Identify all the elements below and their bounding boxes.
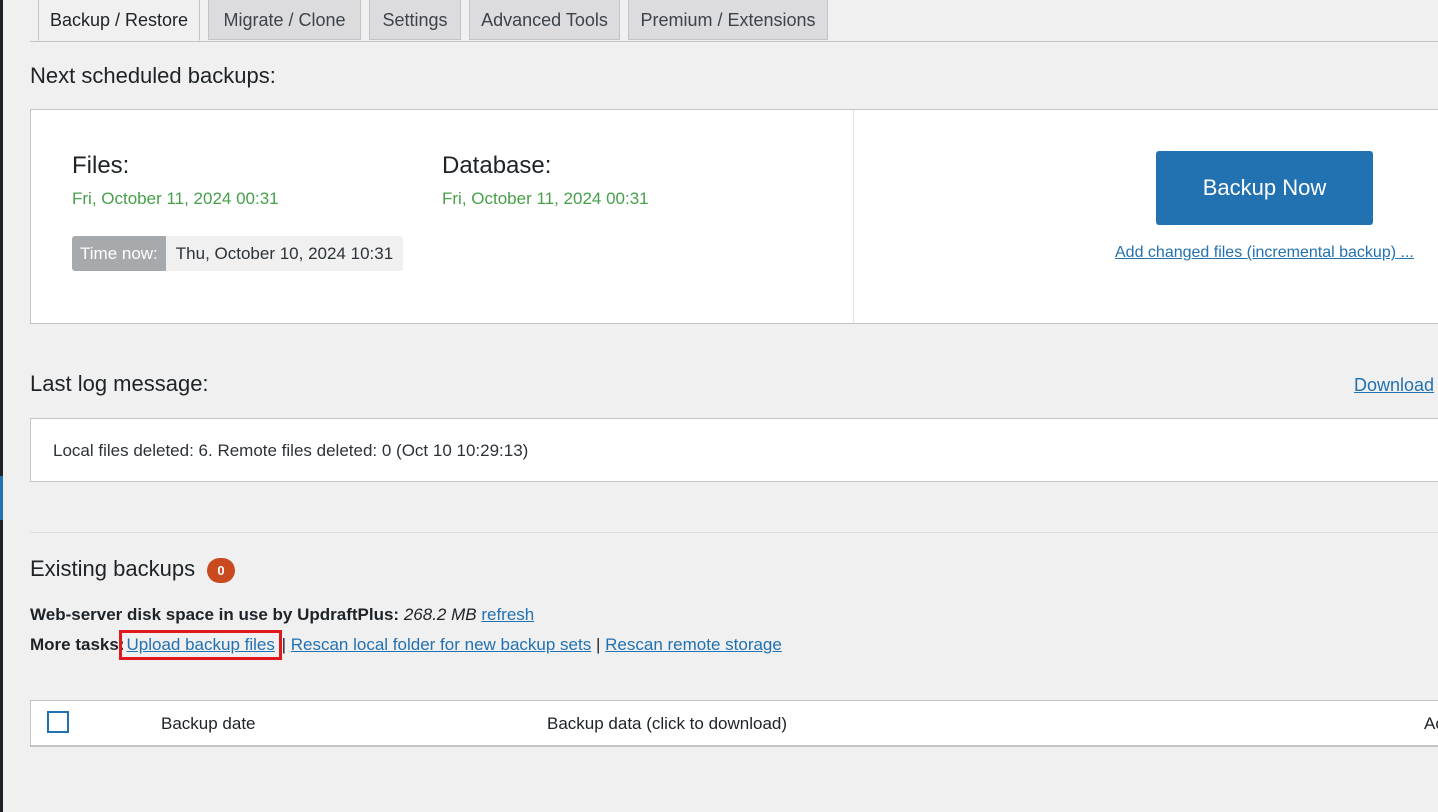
task-separator: |	[595, 635, 601, 654]
time-now: Time now: Thu, October 10, 2024 10:31	[72, 236, 404, 271]
time-now-label: Time now:	[72, 236, 166, 271]
disk-space-value: 268.2 MB	[403, 605, 477, 624]
disk-space-label: Web-server disk space in use by UpdraftP…	[30, 605, 400, 624]
scheduled-heading: Next scheduled backups:	[30, 63, 276, 88]
column-backup-data[interactable]: Backup data (click to download)	[547, 714, 787, 734]
column-backup-date[interactable]: Backup date	[161, 714, 256, 734]
download-log-link[interactable]: Download	[1354, 375, 1434, 396]
files-next-date: Fri, October 11, 2024 00:31	[72, 189, 279, 208]
incremental-backup-link[interactable]: Add changed files (incremental backup) .…	[1115, 244, 1414, 262]
files-title: Files:	[72, 152, 130, 179]
tab-advanced-tools[interactable]: Advanced Tools	[469, 0, 620, 40]
tab-bar: Backup / Restore Migrate / Clone Setting…	[30, 0, 1438, 42]
existing-backups-table: Backup date Backup data (click to downlo…	[30, 700, 1438, 747]
more-tasks-label: More tasks:	[30, 635, 125, 654]
log-heading: Last log message:	[30, 371, 209, 396]
tab-migrate-clone[interactable]: Migrate / Clone	[208, 0, 361, 40]
log-message-box: Local files deleted: 6. Remote files del…	[30, 418, 1438, 482]
updraftplus-page: Backup / Restore Migrate / Clone Setting…	[0, 0, 1438, 812]
backup-count-badge: 0	[207, 558, 235, 583]
log-message: Local files deleted: 6. Remote files del…	[53, 441, 529, 460]
admin-sidebar-edge	[0, 0, 3, 812]
upload-backup-files-link[interactable]: Upload backup files	[126, 635, 274, 654]
admin-sidebar-active-marker	[0, 476, 3, 520]
disk-space-line: Web-server disk space in use by UpdraftP…	[30, 605, 534, 625]
section-divider	[30, 532, 1438, 533]
scheduled-backups-panel: Files: Fri, October 11, 2024 00:31 Datab…	[30, 109, 1438, 324]
existing-backups-heading: Existing backups	[30, 556, 196, 581]
database-title: Database:	[442, 152, 552, 179]
rescan-local-link[interactable]: Rescan local folder for new backup sets	[291, 635, 592, 654]
backup-now-button[interactable]: Backup Now	[1156, 151, 1373, 225]
upload-highlight-box: Upload backup files	[119, 630, 282, 660]
column-actions[interactable]: Actions	[1424, 714, 1438, 734]
refresh-link[interactable]: refresh	[481, 605, 534, 624]
database-next-date: Fri, October 11, 2024 00:31	[442, 189, 649, 208]
tab-backup-restore[interactable]: Backup / Restore	[38, 0, 200, 41]
panel-divider	[853, 110, 854, 323]
tab-premium-extensions[interactable]: Premium / Extensions	[628, 0, 828, 40]
rescan-remote-link[interactable]: Rescan remote storage	[605, 635, 782, 654]
time-now-value: Thu, October 10, 2024 10:31	[165, 236, 404, 271]
more-tasks-line: More tasks: Upload backup files | Rescan …	[30, 630, 782, 660]
select-all-checkbox[interactable]	[47, 711, 69, 733]
tab-settings[interactable]: Settings	[369, 0, 461, 40]
task-separator: |	[281, 635, 287, 654]
